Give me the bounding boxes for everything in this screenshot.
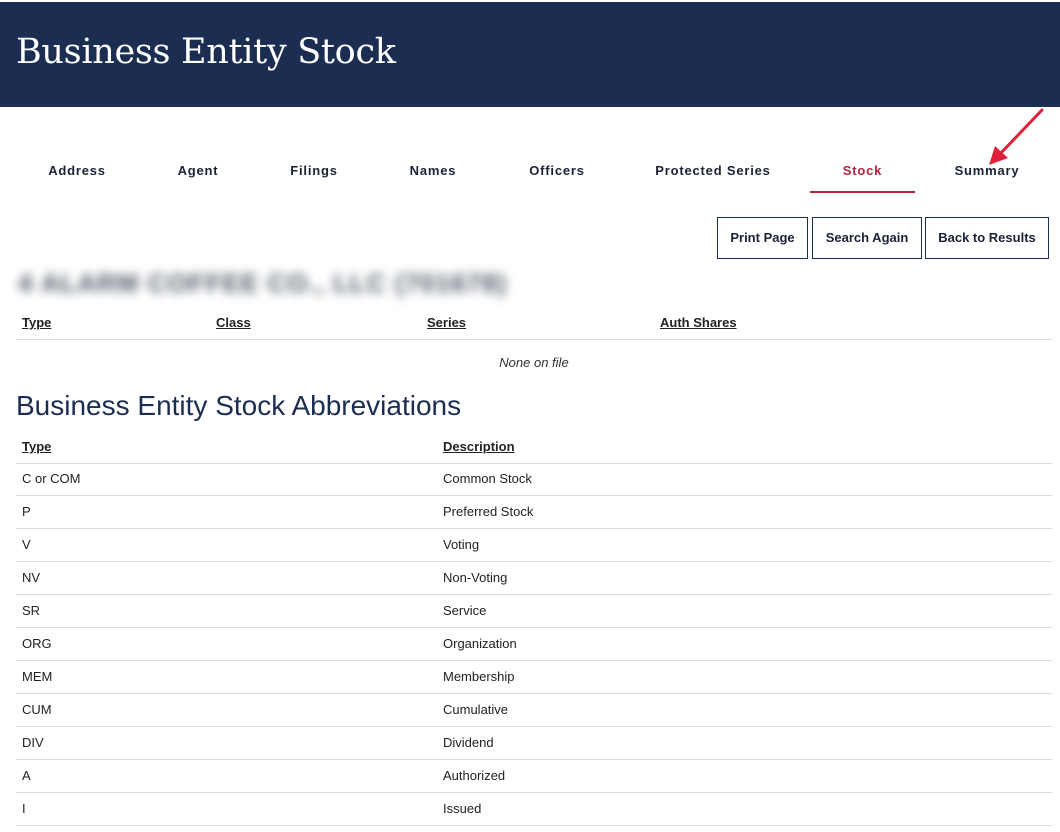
abbreviation-code: NV	[22, 570, 41, 585]
abbreviation-description: Organization	[443, 636, 517, 651]
tab-officers[interactable]: Officers	[518, 150, 596, 194]
table-row: V Voting	[16, 529, 1052, 562]
page-title: Business Entity Stock	[16, 32, 396, 72]
abbreviations-title: Business Entity Stock Abbreviations	[16, 390, 462, 421]
abbreviation-code: A	[22, 768, 31, 783]
table-row: A Authorized	[16, 760, 1052, 793]
table-row: NV Non-Voting	[16, 562, 1052, 595]
table-divider	[16, 339, 1052, 340]
tab-filings[interactable]: Filings	[280, 150, 348, 194]
table-row: DIV Dividend	[16, 727, 1052, 760]
abbreviation-code: ORG	[22, 636, 52, 651]
column-header-class[interactable]: Class	[216, 315, 251, 330]
abbreviation-description: Cumulative	[443, 702, 509, 717]
abbreviation-code: MEM	[22, 669, 53, 684]
abbreviation-description: Authorized	[443, 768, 506, 783]
abbreviation-code: I	[22, 801, 26, 816]
abbreviation-code: V	[22, 537, 31, 552]
tab-stock[interactable]: Stock	[810, 150, 915, 194]
table-row: C or COM Common Stock	[16, 463, 1052, 496]
tab-agent[interactable]: Agent	[166, 150, 230, 194]
page-header: Business Entity Stock	[0, 0, 1060, 107]
abbreviation-description: Service	[443, 603, 487, 618]
abbreviation-description: Dividend	[443, 735, 494, 750]
entity-name: 4 ALARM COFFEE CO., LLC (701678)	[18, 268, 507, 298]
table-row: P Preferred Stock	[16, 496, 1052, 529]
table-row: MEM Membership	[16, 661, 1052, 694]
tab-address[interactable]: Address	[38, 150, 116, 194]
abbreviation-description: Voting	[443, 537, 480, 552]
tab-names[interactable]: Names	[398, 150, 468, 194]
print-page-button[interactable]: Print Page	[717, 217, 808, 259]
abbreviation-code: DIV	[22, 735, 44, 750]
column-header-type[interactable]: Type	[22, 315, 51, 330]
column-header-description[interactable]: Description	[443, 439, 515, 454]
column-header-auth-shares[interactable]: Auth Shares	[660, 315, 737, 330]
search-again-button[interactable]: Search Again	[812, 217, 922, 259]
abbreviation-description: Preferred Stock	[443, 504, 534, 519]
empty-state-text: None on file	[499, 355, 569, 370]
tab-protected-series[interactable]: Protected Series	[646, 150, 780, 194]
annotation-arrow-icon	[989, 108, 1044, 165]
abbreviation-description: Common Stock	[443, 471, 532, 486]
abbreviation-code: C or COM	[22, 471, 81, 486]
table-row: ORG Organization	[16, 628, 1052, 661]
abbreviation-description: Membership	[443, 669, 515, 684]
table-row: SR Service	[16, 595, 1052, 628]
abbreviation-description: Non-Voting	[443, 570, 508, 585]
abbreviation-code: SR	[22, 603, 41, 618]
table-row: CUM Cumulative	[16, 694, 1052, 727]
column-header-series[interactable]: Series	[427, 315, 466, 330]
back-to-results-button[interactable]: Back to Results	[925, 217, 1049, 259]
abbreviation-code: CUM	[22, 702, 52, 717]
abbreviation-description: Issued	[443, 801, 482, 816]
table-row: I Issued	[16, 793, 1052, 826]
entity-nav: Address Agent Filings Names Officers Pro…	[0, 150, 1060, 194]
abbreviation-code: P	[22, 504, 31, 519]
column-header-type[interactable]: Type	[22, 439, 51, 454]
